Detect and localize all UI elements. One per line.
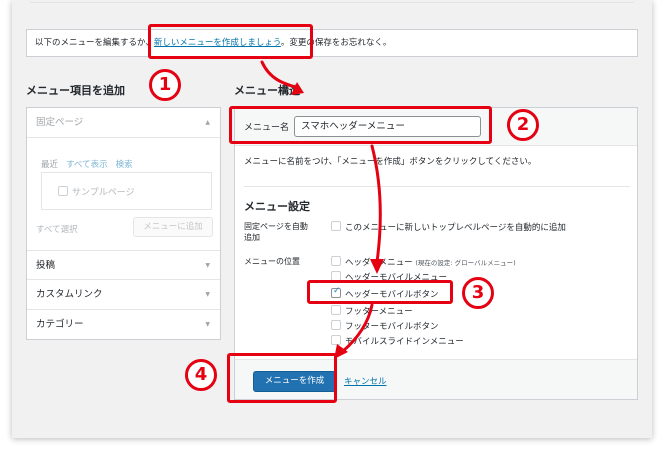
chevron-up-icon: ▲: [205, 119, 210, 126]
step-3-badge: 3: [462, 277, 494, 309]
divider: [244, 186, 630, 187]
accordion-custom-links[interactable]: カスタムリンク ▼: [27, 280, 220, 310]
tab-search[interactable]: 検索: [116, 160, 133, 170]
auto-add-option[interactable]: このメニューに新しいトップレベルページを自動的に追加: [331, 221, 566, 233]
location-footer-menu[interactable]: フッターメニュー: [331, 305, 413, 317]
step-1-badge: 1: [149, 69, 181, 101]
location-footer-mobile-button[interactable]: フッターモバイルボタン: [331, 320, 439, 332]
chevron-down-icon: ▼: [205, 262, 210, 269]
location-mobile-slidein-menu[interactable]: モバイルスライドインメニュー: [331, 335, 464, 347]
location-header-menu[interactable]: ヘッダーメニュー (現在の設定: グローバルメニュー): [331, 256, 516, 268]
cancel-link[interactable]: キャンセル: [344, 375, 387, 387]
step-2-badge: 2: [507, 109, 539, 141]
top-edge: [12, 0, 652, 12]
auto-add-option-label: このメニューに新しいトップレベルページを自動的に追加: [345, 223, 566, 233]
select-all-link[interactable]: すべて選択: [36, 223, 78, 235]
accordion-custom-links-label: カスタムリンク: [36, 289, 103, 300]
tab-view-all[interactable]: すべて表示: [66, 160, 108, 170]
location-label: フッターメニュー: [345, 307, 413, 317]
menu-structure-title: メニュー構造: [234, 84, 300, 97]
auto-add-label: 固定ページを自動 追加: [244, 221, 308, 243]
tab-recent[interactable]: 最近: [41, 160, 58, 170]
pages-list: サンプルページ: [41, 172, 212, 210]
accordion-categories-label: カテゴリー: [36, 319, 84, 330]
checkbox[interactable]: [58, 186, 68, 196]
highlight-mobile-button: [307, 280, 453, 304]
chevron-down-icon: ▼: [205, 321, 210, 328]
accordion-posts[interactable]: 投稿 ▼: [27, 250, 220, 280]
step-4-badge: 4: [185, 359, 217, 391]
menu-items-panel: 固定ページ ▲ 最近 すべて表示 検索 サンプルページ すべて選択 メニューに追加 …: [26, 107, 221, 340]
chevron-down-icon: ▼: [205, 291, 210, 298]
auto-add-label-line1: 固定ページを自動: [244, 222, 308, 231]
add-to-menu-button[interactable]: メニューに追加: [133, 217, 213, 237]
highlight-menu-name: [229, 106, 492, 144]
location-label: フッターモバイルボタン: [345, 322, 439, 332]
accordion-categories[interactable]: カテゴリー ▼: [27, 310, 220, 340]
checkbox[interactable]: [331, 320, 341, 330]
checkbox[interactable]: [331, 335, 341, 345]
accordion-pages[interactable]: 固定ページ ▲: [27, 108, 220, 138]
location-note: (現在の設定: グローバルメニュー): [415, 259, 516, 267]
highlight-create-button: [227, 353, 337, 403]
menu-locations-label: メニューの位置: [244, 257, 300, 266]
checkbox[interactable]: [331, 256, 341, 266]
highlight-new-menu-link: [148, 24, 313, 59]
accordion-posts-label: 投稿: [36, 260, 56, 271]
notice-prefix: 以下のメニューを編集するか、: [35, 38, 154, 48]
add-menu-items-title: メニュー項目を追加: [26, 84, 125, 97]
auto-add-label-line2: 追加: [244, 233, 260, 242]
menu-notice: 以下のメニューを編集するか、新しいメニューを作成しましょう。変更の保存をお忘れな…: [26, 29, 638, 57]
location-label: ヘッダーメニュー: [345, 258, 413, 268]
location-label: モバイルスライドインメニュー: [345, 337, 464, 347]
checkbox[interactable]: [331, 305, 341, 315]
menu-settings-title: メニュー設定: [244, 200, 310, 213]
auto-add-checkbox[interactable]: [331, 221, 341, 231]
sample-page-label: サンプルページ: [72, 188, 135, 198]
menu-help-text: メニューに名前をつけ、「メニューを作成」ボタンをクリックしてください。: [244, 157, 537, 167]
pages-tabs: 最近 すべて表示 検索: [41, 158, 141, 170]
list-item[interactable]: サンプルページ: [58, 185, 135, 198]
accordion-pages-label: 固定ページ: [36, 117, 84, 128]
